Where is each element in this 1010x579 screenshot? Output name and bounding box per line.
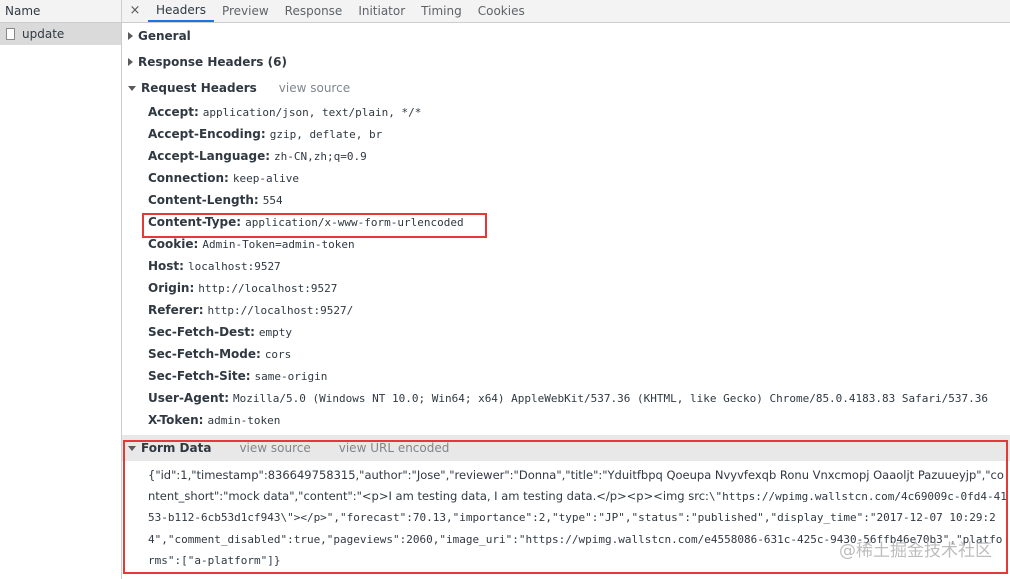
header-value: Mozilla/5.0 (Windows NT 10.0; Win64; x64… [233, 392, 989, 405]
close-icon[interactable]: × [122, 0, 148, 22]
header-value: same-origin [254, 370, 328, 383]
request-header-row: X-Token: admin-token [122, 409, 1010, 431]
response-headers-toggle[interactable]: Response Headers (6) [122, 49, 1010, 75]
request-headers-list: Accept: application/json, text/plain, */*… [122, 101, 1010, 431]
header-key: Referer: [148, 303, 204, 317]
header-key: X-Token: [148, 413, 204, 427]
name-column-header[interactable]: Name [0, 0, 121, 23]
request-name: update [22, 27, 65, 41]
request-header-row: User-Agent: Mozilla/5.0 (Windows NT 10.0;… [122, 387, 1010, 409]
request-header-row: Sec-Fetch-Site: same-origin [122, 365, 1010, 387]
header-value: empty [258, 326, 292, 339]
request-headers-label: Request Headers [141, 81, 257, 95]
header-value: application/json, text/plain, */* [202, 106, 422, 119]
request-list-panel: Name update [0, 0, 122, 579]
triangle-down-icon [128, 85, 136, 91]
request-header-row: Accept: application/json, text/plain, */* [122, 101, 1010, 123]
request-header-row: Sec-Fetch-Dest: empty [122, 321, 1010, 343]
request-header-row: Host: localhost:9527 [122, 255, 1010, 277]
header-value: admin-token [207, 414, 281, 427]
request-row-update[interactable]: update [0, 23, 121, 45]
tab-preview[interactable]: Preview [214, 1, 277, 22]
header-key: Content-Length: [148, 193, 259, 207]
header-value: 554 [262, 194, 283, 207]
header-key: Origin: [148, 281, 195, 295]
request-headers-toggle[interactable]: Request Headers view source [122, 75, 1010, 101]
header-key: Host: [148, 259, 184, 273]
header-value: keep-alive [232, 172, 300, 185]
header-value: http://localhost:9527 [198, 282, 338, 295]
header-value: Admin-Token=admin-token [202, 238, 355, 251]
header-value: cors [264, 348, 292, 361]
header-key: Cookie: [148, 237, 199, 251]
request-header-row: Referer: http://localhost:9527/ [122, 299, 1010, 321]
header-value: localhost:9527 [187, 260, 281, 273]
header-key: Connection: [148, 171, 229, 185]
general-section-toggle[interactable]: General [122, 23, 1010, 49]
request-header-row: Connection: keep-alive [122, 167, 1010, 189]
tab-timing[interactable]: Timing [413, 1, 470, 22]
request-header-row: Accept-Encoding: gzip, deflate, br [122, 123, 1010, 145]
triangle-right-icon [128, 32, 133, 40]
tab-cookies[interactable]: Cookies [470, 1, 533, 22]
tab-response[interactable]: Response [277, 1, 351, 22]
header-key: Sec-Fetch-Dest: [148, 325, 255, 339]
header-key: Sec-Fetch-Mode: [148, 347, 261, 361]
request-header-row: Content-Length: 554 [122, 189, 1010, 211]
detail-tabs: × Headers Preview Response Initiator Tim… [122, 0, 1010, 23]
request-header-row: Accept-Language: zh-CN,zh;q=0.9 [122, 145, 1010, 167]
header-key: User-Agent: [148, 391, 230, 405]
document-icon [6, 28, 15, 40]
general-label: General [138, 29, 191, 43]
response-headers-label: Response Headers (6) [138, 55, 287, 69]
tab-initiator[interactable]: Initiator [350, 1, 413, 22]
triangle-right-icon [128, 58, 133, 66]
watermark: @稀土掘金技术社区 [839, 541, 992, 561]
header-value: zh-CN,zh;q=0.9 [274, 150, 367, 163]
request-header-row: Sec-Fetch-Mode: cors [122, 343, 1010, 365]
tab-headers[interactable]: Headers [148, 1, 214, 22]
header-value: http://localhost:9527/ [207, 304, 354, 317]
header-key: Accept-Encoding: [148, 127, 266, 141]
header-key: Sec-Fetch-Site: [148, 369, 251, 383]
content-type-highlight [142, 213, 487, 238]
request-header-row: Origin: http://localhost:9527 [122, 277, 1010, 299]
header-value: gzip, deflate, br [269, 128, 383, 141]
header-key: Accept-Language: [148, 149, 271, 163]
header-key: Accept: [148, 105, 199, 119]
view-source-link[interactable]: view source [279, 81, 350, 95]
